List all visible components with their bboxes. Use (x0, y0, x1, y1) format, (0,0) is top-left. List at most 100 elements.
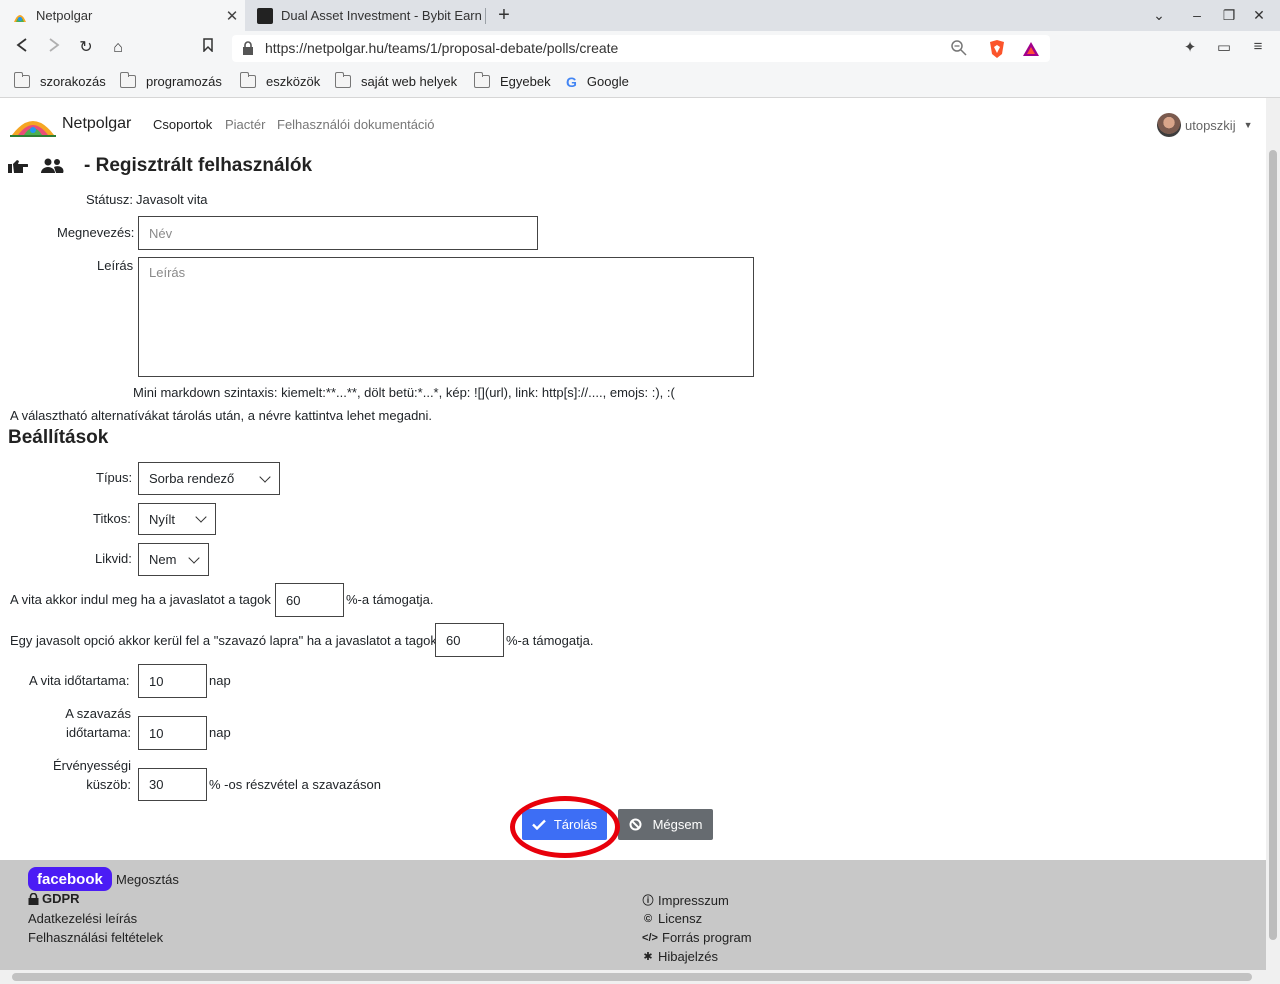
name-label: Megnevezés: (57, 225, 135, 240)
bug-icon: ✱ (643, 951, 653, 963)
source-code-label: Forrás program (662, 930, 752, 945)
site-navbar: Netpolgar Csoportok Piactér Felhasználói… (0, 98, 1266, 150)
browser-toolbar: ↻ ⌂ https://netpolgar.hu/teams/1/proposa… (0, 31, 1280, 65)
impressum-label: Impresszum (658, 892, 729, 908)
minimize-icon[interactable]: ‒ (1186, 4, 1208, 26)
validity-threshold-unit: % -os részvétel a szavazáson (209, 777, 381, 792)
nav-link-dokumentacio[interactable]: Felhasználói dokumentáció (277, 117, 435, 132)
option-threshold-suffix: %-a támogatja. (506, 633, 594, 648)
validity-threshold-input[interactable]: 30 (138, 768, 207, 801)
gdpr-heading: GDPR (28, 891, 80, 906)
folder-icon (335, 72, 351, 88)
bookmark-folder-egyebek[interactable]: Egyebek (474, 65, 551, 98)
check-icon (531, 819, 546, 830)
back-icon[interactable] (10, 36, 34, 60)
vote-duration-label-line1: A szavazás (65, 706, 131, 721)
bookmark-label: Egyebek (500, 74, 551, 89)
facebook-share-button[interactable]: facebook (28, 867, 112, 891)
description-label: Leírás (97, 258, 134, 273)
vertical-scrollbar[interactable] (1266, 98, 1280, 970)
restore-icon[interactable]: ❐ (1218, 4, 1240, 26)
horizontal-scrollbar[interactable] (0, 970, 1280, 984)
chevron-down-icon (259, 470, 271, 483)
google-icon: G (566, 73, 577, 90)
zoom-icon[interactable] (950, 39, 968, 57)
description-textarea[interactable]: Leírás (138, 257, 754, 377)
browser-tab-bar: Netpolgar ✕ Dual Asset Investment - Bybi… (0, 0, 1280, 31)
option-threshold-label: Egy javasolt opció akkor kerül fel a "sz… (10, 633, 437, 648)
lock-icon (243, 41, 253, 55)
user-menu[interactable]: utopszkij ▼ (1157, 113, 1253, 137)
option-threshold-input[interactable]: 60 (435, 623, 504, 657)
impressum-link[interactable]: ⓘ Impresszum (642, 892, 729, 908)
cancel-button[interactable]: Mégsem (618, 809, 713, 840)
vote-duration-unit: nap (209, 725, 231, 740)
save-button[interactable]: Tárolás (522, 809, 607, 840)
bookmark-folder-sajat-web-helyek[interactable]: saját web helyek (335, 65, 457, 98)
vote-duration-input[interactable]: 10 (138, 716, 207, 750)
debate-duration-input[interactable]: 10 (138, 664, 207, 698)
bookmark-folder-programozas[interactable]: programozás (120, 65, 222, 98)
bybit-favicon-icon (257, 7, 273, 24)
liquid-select[interactable]: Nem (138, 543, 209, 576)
home-icon[interactable]: ⌂ (106, 36, 130, 60)
nav-link-csoportok[interactable]: Csoportok (153, 117, 212, 132)
bug-report-link[interactable]: ✱ Hibajelzés (642, 949, 718, 964)
brave-shields-icon[interactable] (988, 39, 1006, 59)
bookmark-icon[interactable] (196, 36, 220, 60)
validity-threshold-label-line2: küszöb: (86, 777, 131, 792)
nav-link-piacter[interactable]: Piactér (225, 117, 265, 132)
license-link[interactable]: © Licensz (642, 911, 702, 926)
caret-down-icon: ▼ (1243, 120, 1253, 130)
folder-icon (14, 72, 30, 88)
secret-label: Titkos: (93, 511, 131, 526)
start-threshold-suffix: %-a támogatja. (346, 592, 434, 607)
user-name: utopszkij (1185, 117, 1236, 133)
type-select[interactable]: Sorba rendező (138, 462, 280, 495)
brand-name: Netpolgar (62, 115, 132, 132)
new-tab-icon[interactable]: + (492, 3, 516, 27)
start-threshold-input[interactable]: 60 (275, 583, 344, 617)
extensions-icon[interactable]: ✦ (1180, 38, 1200, 58)
markdown-hint: Mini markdown szintaxis: kiemelt:**...**… (133, 385, 675, 400)
secret-select-value: Nyílt (149, 511, 175, 527)
menu-icon[interactable]: ≡ (1248, 38, 1268, 58)
lock-icon (28, 892, 39, 905)
rewards-icon[interactable] (1022, 41, 1040, 57)
close-window-icon[interactable]: ✕ (1248, 4, 1270, 26)
wallet-icon[interactable]: ▭ (1214, 38, 1234, 58)
tab-list-chevron-icon[interactable]: ⌄ (1148, 4, 1170, 26)
netpolgar-favicon-icon (14, 14, 26, 22)
bookmark-folder-szorakozas[interactable]: szorakozás (14, 65, 106, 98)
page-title-text: - Regisztrált felhasználók (84, 155, 313, 176)
bookmark-label: saját web helyek (361, 74, 458, 89)
address-bar[interactable]: https://netpolgar.hu/teams/1/proposal-de… (232, 35, 1050, 62)
bookmarks-bar: szorakozás programozás eszközök saját we… (0, 65, 1280, 98)
privacy-link[interactable]: Adatkezelési leírás (28, 911, 137, 926)
close-tab-icon[interactable]: ✕ (223, 7, 241, 25)
brand-link[interactable]: Netpolgar (10, 111, 131, 137)
folder-icon (240, 72, 256, 88)
bookmark-folder-eszkozok[interactable]: eszközök (240, 65, 320, 98)
reload-icon[interactable]: ↻ (74, 36, 98, 60)
source-code-link[interactable]: </> Forrás program (642, 930, 752, 945)
validity-threshold-label-line1: Érvényességi (52, 758, 131, 773)
tab-bybit[interactable]: Dual Asset Investment - Bybit Earn (245, 0, 485, 31)
terms-link[interactable]: Felhasználási feltételek (28, 930, 163, 945)
tab-netpolgar[interactable]: Netpolgar ✕ (0, 0, 245, 31)
status-value: Javasolt vita (136, 192, 208, 207)
forward-icon[interactable] (42, 36, 66, 60)
hand-pointing-icon (8, 160, 28, 173)
name-input[interactable]: Név (138, 216, 538, 250)
scrollbar-thumb[interactable] (1269, 150, 1277, 940)
tab-separator (485, 8, 486, 24)
scrollbar-thumb[interactable] (12, 973, 1252, 981)
share-link[interactable]: Megosztás (116, 872, 179, 887)
type-label: Típus: (96, 470, 133, 485)
copyright-icon: © (643, 912, 653, 925)
bookmark-google[interactable]: G Google (566, 65, 629, 98)
bug-report-label: Hibajelzés (658, 949, 718, 964)
secret-select[interactable]: Nyílt (138, 503, 216, 535)
ban-icon (629, 818, 642, 831)
avatar (1157, 113, 1181, 137)
